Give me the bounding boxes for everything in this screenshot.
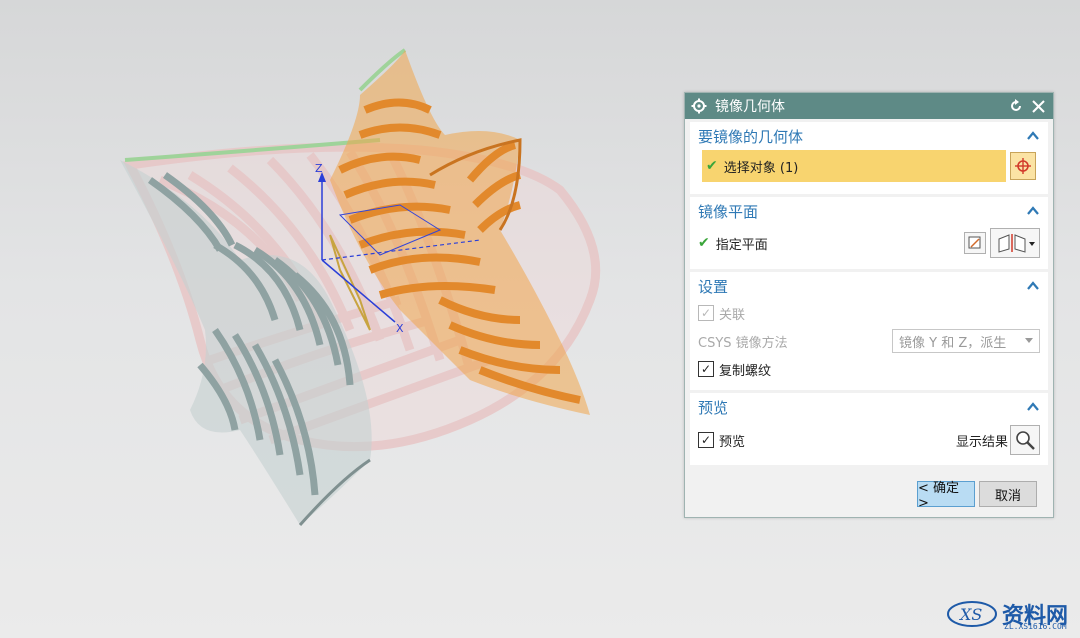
ok-button[interactable]: < 确定 > [917, 481, 975, 511]
associate-checkbox: ✓ [698, 305, 714, 321]
select-crosshair-button[interactable] [1010, 152, 1036, 180]
select-object-row[interactable]: ✔ 选择对象 (1) [698, 150, 1040, 182]
chevron-up-icon[interactable] [1026, 400, 1040, 414]
plane-dialog-button[interactable] [964, 232, 986, 254]
magnifier-icon [1016, 431, 1035, 450]
specify-plane-row[interactable]: ✔ 指定平面 [690, 225, 1048, 261]
section-header-plane[interactable]: 镜像平面 [690, 197, 1048, 225]
gear-icon[interactable] [691, 98, 707, 114]
chevron-up-icon[interactable] [1026, 279, 1040, 293]
plane-type-dropdown[interactable] [990, 228, 1040, 258]
svg-text:XS: XS [958, 605, 982, 624]
section-title-geometry: 要镜像的几何体 [698, 127, 804, 146]
copy-threads-checkbox[interactable]: ✓ [698, 361, 714, 377]
show-result-label: 显示结果 [955, 434, 1008, 450]
copy-threads-row[interactable]: ✓ 复制螺纹 [690, 356, 1048, 382]
plane-icon [968, 236, 981, 249]
axis-x-label: X [396, 322, 404, 335]
check-icon: ✔ [698, 235, 710, 251]
csys-method-value: 镜像 Y 和 Z，派生 [899, 335, 1007, 351]
csys-method-row: CSYS 镜像方法 镜像 Y 和 Z，派生 [690, 326, 1048, 356]
show-result-button[interactable] [1010, 425, 1040, 455]
check-icon: ✔ [706, 158, 718, 174]
dialog-title-bar[interactable]: 镜像几何体 [685, 93, 1053, 119]
section-title-preview: 预览 [698, 398, 729, 417]
chevron-up-icon[interactable] [1026, 204, 1040, 218]
preview-label: 预览 [719, 434, 746, 450]
section-geometry-to-mirror: 要镜像的几何体 ✔ 选择对象 (1) [690, 122, 1048, 194]
preview-checkbox[interactable]: ✓ [698, 432, 714, 448]
watermark-url: ZL.XS1616.COM [1004, 622, 1067, 631]
select-object-field[interactable]: ✔ 选择对象 (1) [702, 150, 1006, 182]
chevron-up-icon[interactable] [1026, 129, 1040, 143]
mirror-geometry-dialog: 镜像几何体 要镜像的几何体 ✔ 选择对象 (1) 镜像平面 ✔ 指定平面 设置 … [684, 92, 1054, 518]
section-title-plane: 镜像平面 [698, 202, 759, 221]
select-object-label: 选择对象 (1) [723, 160, 799, 176]
preview-row: ✓ 预览 显示结果 [690, 421, 1048, 459]
dialog-footer: < 确定 > 取消 [685, 481, 1053, 511]
section-header-settings[interactable]: 设置 [690, 272, 1048, 300]
mirror-plane-icon [998, 234, 1035, 253]
csys-method-label: CSYS 镜像方法 [698, 335, 788, 351]
section-settings: 设置 ✓ 关联 CSYS 镜像方法 镜像 Y 和 Z，派生 ✓ 复制螺纹 [690, 272, 1048, 390]
close-icon[interactable] [1029, 97, 1047, 115]
associate-label: 关联 [719, 307, 746, 323]
specify-plane-label: 指定平面 [715, 237, 768, 253]
copy-threads-label: 复制螺纹 [719, 363, 772, 379]
csys-method-select: 镜像 Y 和 Z，派生 [892, 329, 1040, 353]
associate-row: ✓ 关联 [690, 300, 1048, 326]
section-title-settings: 设置 [698, 277, 729, 296]
axis-z-label: Z [315, 162, 323, 175]
section-header-geometry[interactable]: 要镜像的几何体 [690, 122, 1048, 150]
section-preview: 预览 ✓ 预览 显示结果 [690, 393, 1048, 465]
section-mirror-plane: 镜像平面 ✔ 指定平面 [690, 197, 1048, 269]
cancel-button[interactable]: 取消 [979, 481, 1037, 507]
reset-icon[interactable] [1007, 97, 1025, 115]
dialog-title: 镜像几何体 [715, 99, 785, 115]
watermark: XS 资料网 ZL.XS1616.COM [946, 594, 1076, 634]
crosshair-icon [1015, 158, 1031, 174]
chevron-down-icon [1025, 338, 1033, 343]
watermark-logo-icon: XS [947, 601, 997, 627]
section-header-preview[interactable]: 预览 [690, 393, 1048, 421]
